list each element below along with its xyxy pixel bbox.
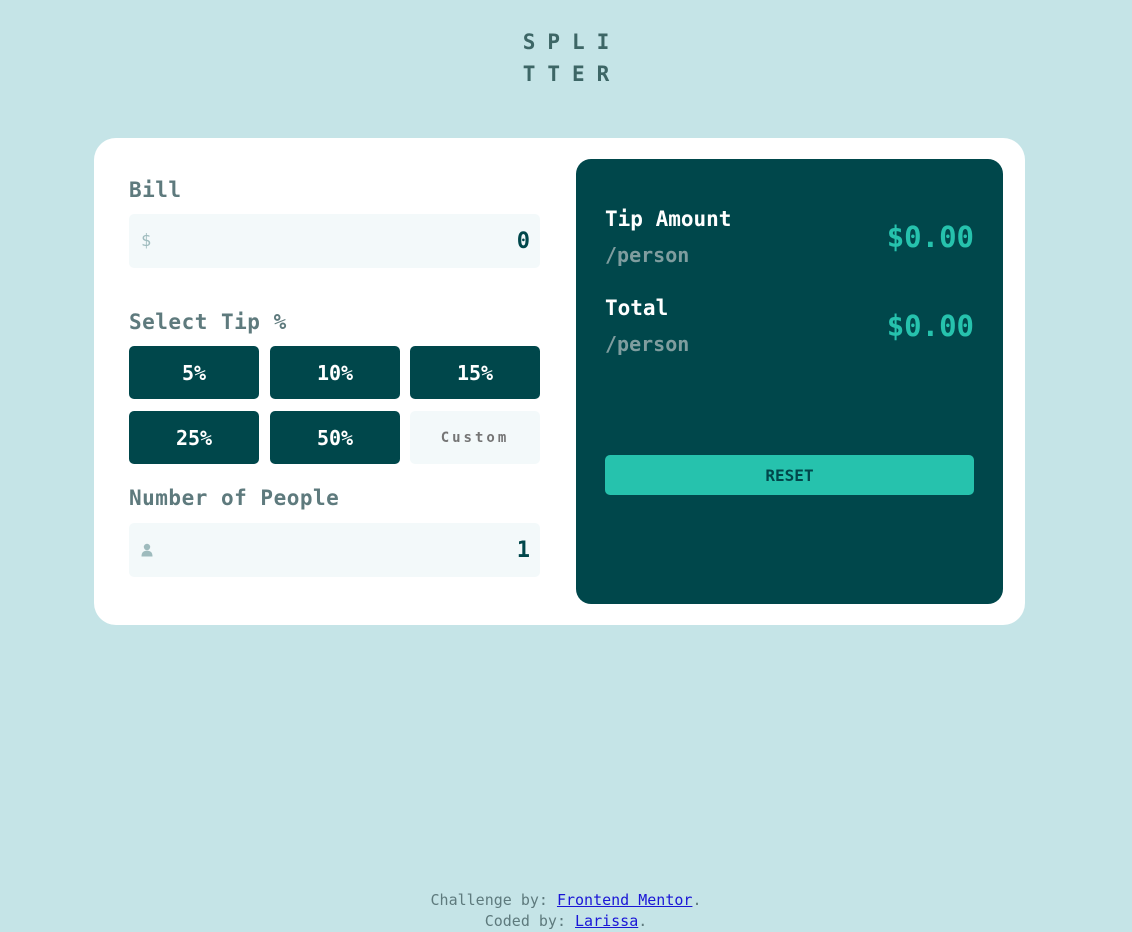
select-tip-label: Select Tip %	[129, 310, 287, 334]
footer-coded-suffix: .	[638, 912, 648, 930]
result-panel: Tip Amount /person $0.00 Total /person $…	[576, 159, 1003, 604]
total-row: Total /person $0.00	[605, 296, 974, 366]
author-link[interactable]: Larissa	[575, 912, 638, 930]
footer-challenge-suffix: .	[692, 891, 702, 909]
people-field[interactable]	[129, 523, 540, 577]
logo-line-2: TTER	[522, 62, 622, 86]
tip-button-10[interactable]: 10%	[270, 346, 400, 399]
tip-amount-title: Tip Amount	[605, 207, 732, 231]
tip-button-5[interactable]: 5%	[129, 346, 259, 399]
logo-line-1: SPLI	[522, 30, 622, 54]
tip-button-50[interactable]: 50%	[270, 411, 400, 464]
tip-amount-per-person: /person	[605, 243, 690, 267]
tip-amount-value: $0.00	[886, 220, 974, 254]
total-title: Total	[605, 296, 669, 320]
total-value: $0.00	[886, 309, 974, 343]
people-label: Number of People	[129, 486, 340, 510]
footer-challenge: Challenge by: Frontend Mentor.	[0, 890, 1132, 911]
bill-input[interactable]	[169, 214, 530, 268]
footer-coded-prefix: Coded by:	[484, 912, 576, 930]
tip-custom-input[interactable]	[410, 411, 540, 464]
footer-challenge-prefix: Challenge by:	[430, 891, 557, 909]
person-icon	[141, 523, 153, 577]
bill-field[interactable]: $	[129, 214, 540, 268]
bill-label: Bill	[129, 178, 182, 202]
tip-button-25[interactable]: 25%	[129, 411, 259, 464]
people-input[interactable]	[169, 523, 530, 577]
logo: SPLI TTER	[0, 26, 1132, 90]
calculator-card: Bill $ Select Tip % 5% 10% 15% 25% 50% N…	[94, 138, 1025, 625]
footer: Challenge by: Frontend Mentor. Coded by:…	[0, 890, 1132, 932]
reset-button[interactable]: RESET	[605, 455, 974, 495]
dollar-icon: $	[141, 231, 152, 251]
total-per-person: /person	[605, 332, 690, 356]
tip-button-15[interactable]: 15%	[410, 346, 540, 399]
tip-amount-row: Tip Amount /person $0.00	[605, 207, 974, 277]
frontend-mentor-link[interactable]: Frontend Mentor	[557, 891, 692, 909]
